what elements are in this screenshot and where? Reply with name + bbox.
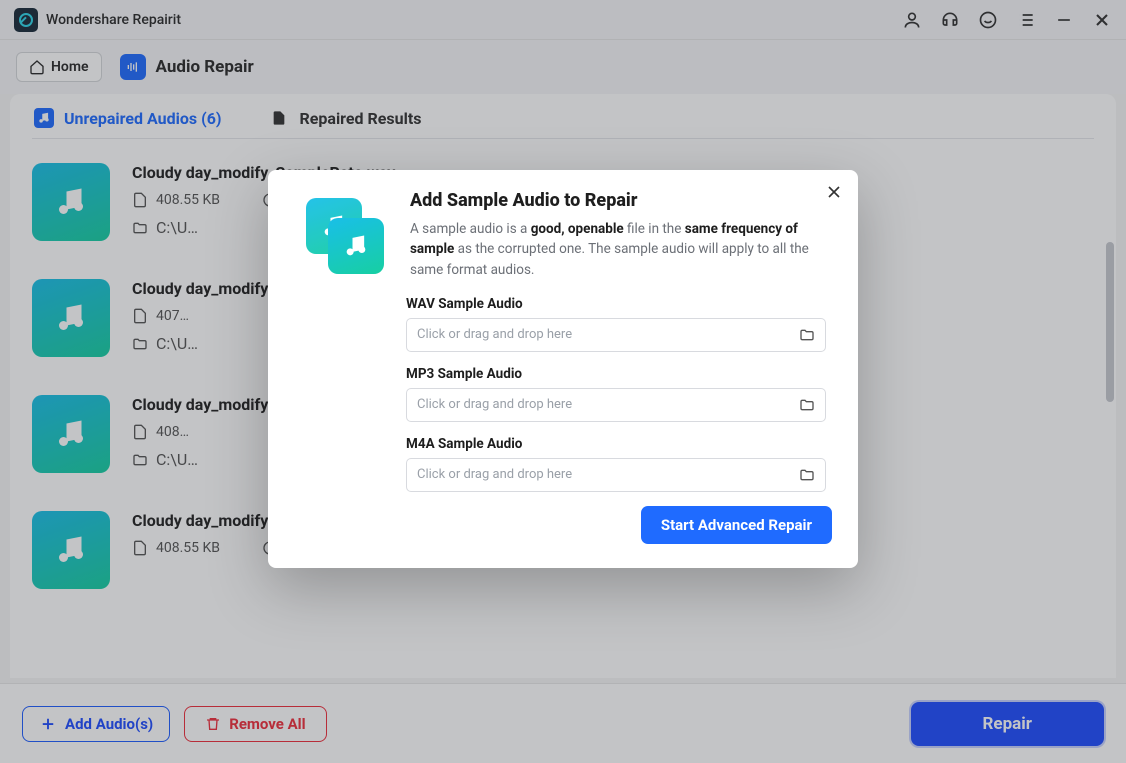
modal-overlay: Add Sample Audio to Repair A sample audi…: [0, 0, 1126, 763]
mp3-input[interactable]: Click or drag and drop here: [406, 388, 826, 422]
start-advanced-repair-button[interactable]: Start Advanced Repair: [641, 506, 832, 544]
start-advanced-repair-label: Start Advanced Repair: [661, 516, 812, 534]
dialog-close-icon[interactable]: [824, 182, 844, 202]
folder-icon: [799, 327, 815, 343]
add-sample-dialog: Add Sample Audio to Repair A sample audi…: [268, 170, 858, 568]
dialog-hero-icon: [306, 198, 386, 278]
m4a-placeholder: Click or drag and drop here: [417, 467, 799, 482]
mp3-placeholder: Click or drag and drop here: [417, 397, 799, 412]
dialog-description: A sample audio is a good, openable file …: [410, 219, 832, 280]
m4a-input[interactable]: Click or drag and drop here: [406, 458, 826, 492]
folder-icon: [799, 467, 815, 483]
wav-label: WAV Sample Audio: [406, 296, 826, 312]
m4a-label: M4A Sample Audio: [406, 436, 826, 452]
mp3-label: MP3 Sample Audio: [406, 366, 826, 382]
folder-icon: [799, 397, 815, 413]
wav-placeholder: Click or drag and drop here: [417, 327, 799, 342]
dialog-title: Add Sample Audio to Repair: [410, 190, 832, 211]
wav-input[interactable]: Click or drag and drop here: [406, 318, 826, 352]
